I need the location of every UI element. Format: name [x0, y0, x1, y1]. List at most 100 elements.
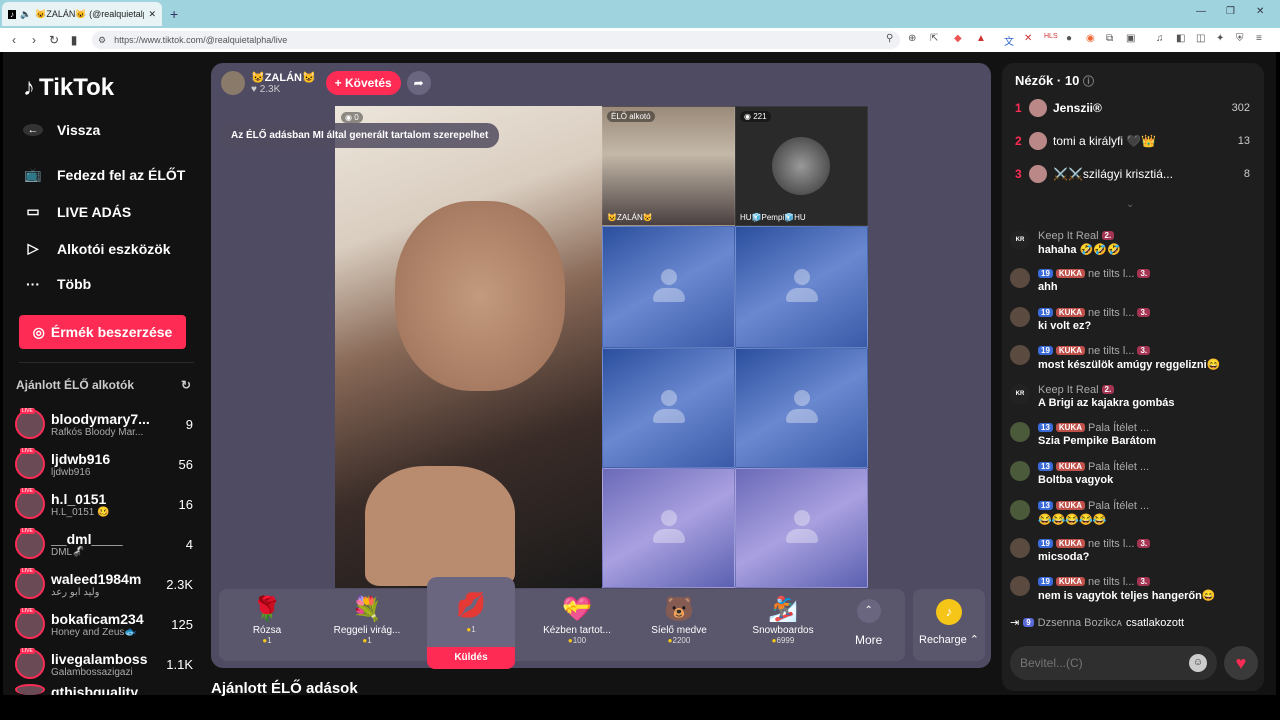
main-video[interactable]: ◉ 0	[335, 106, 602, 588]
gift-selected-lips[interactable]: 💋 ●1 Küldés	[427, 577, 515, 669]
bouquet-icon: 💐	[352, 596, 382, 623]
creator-item[interactable]: LIVE livegalamboss Galambossazigazi 1.1K	[15, 646, 193, 682]
creator-name: livegalamboss	[51, 650, 148, 667]
top-viewer[interactable]: 3 ⚔️⚔️szilágyi krisztiá... 8	[1015, 165, 1250, 183]
ai-icon[interactable]: ✦	[1216, 33, 1224, 44]
info-icon[interactable]: ⓘ	[1083, 76, 1094, 88]
join-user[interactable]: Dzsenna Bozikcᴀ	[1038, 617, 1122, 629]
extension-arrow-icon[interactable]: ✕	[1024, 33, 1032, 44]
empty-seat[interactable]	[602, 468, 735, 588]
url-field[interactable]: ⚙ https://www.tiktok.com/@realquietalpha…	[92, 31, 900, 49]
back-link[interactable]: ← Vissza	[23, 122, 100, 138]
level-badge: 13	[1038, 501, 1053, 510]
creator-item[interactable]: LIVE bloodymary7... Rafkós Bloody Mar... 9	[15, 406, 193, 442]
chat-message[interactable]: 13 KUKA Pala Ítélet ... Boltba vagyok	[1010, 459, 1256, 497]
site-settings-icon[interactable]: ⚙	[98, 35, 106, 46]
creator-item[interactable]: LIVE __dml____ DML🦨 4	[15, 526, 193, 562]
team-name: KUKA	[1058, 577, 1083, 586]
creator-item[interactable]: LIVE waleed1984m وليد ابو رعد 2.3K	[15, 566, 193, 602]
gift-snowboarder[interactable]: 🏂 Snowboardos ●6999	[735, 589, 831, 661]
host-avatar[interactable]	[221, 71, 245, 95]
avatar: LIVE	[15, 568, 45, 599]
follow-button[interactable]: + Követés	[325, 71, 401, 95]
chat-message[interactable]: 13 KUKA Pala Ítélet ... Szia Pempike Baráto…	[1010, 420, 1256, 458]
forward-icon[interactable]: ›	[24, 33, 44, 47]
chat-input[interactable]	[1020, 656, 1180, 670]
empty-seat[interactable]	[735, 226, 868, 348]
send-gift-button[interactable]: Küldés	[427, 647, 515, 669]
level-badge: 19	[1038, 539, 1053, 548]
maximize-icon[interactable]: ❐	[1226, 6, 1235, 17]
top-viewer[interactable]: 1 Jenszii® 302	[1015, 99, 1250, 117]
creator-item[interactable]: LIVE bokaficam234 Honey and Zeus🐟 125	[15, 606, 193, 642]
media-icon[interactable]: ♫	[1156, 33, 1164, 44]
viewers-header[interactable]: Nézők · 10 ⓘ	[1015, 73, 1094, 89]
menu-icon[interactable]: ≡	[1256, 33, 1262, 44]
gift-morning-flowers[interactable]: 💐 Reggeli virág... ●1	[319, 589, 415, 661]
nav-label: Több	[57, 276, 92, 292]
zoom-icon[interactable]: ⊕	[908, 33, 916, 44]
translate-icon[interactable]: ⚲	[886, 33, 893, 44]
extension-translate-icon[interactable]: 文	[1004, 33, 1014, 48]
empty-seat[interactable]	[602, 348, 735, 468]
share-icon[interactable]: ➦	[406, 71, 431, 95]
chat-message[interactable]: KR Keep It Real 2. hahaha 🤣🤣🤣	[1010, 228, 1256, 266]
fan-level: 3.	[1140, 346, 1148, 355]
gift-handheld[interactable]: 💝 Kézben tartot... ●100	[529, 589, 625, 661]
bookmark-icon[interactable]: ▮	[64, 33, 84, 47]
nav-label: Alkotói eszközök	[57, 240, 171, 257]
extension-box-icon[interactable]: ▣	[1126, 33, 1135, 44]
guest-video-pempi[interactable]: ◉ 221 HU🧊Pempi🧊HU	[735, 106, 868, 226]
more-gifts-button[interactable]: ⌃ More	[855, 599, 882, 647]
gift-rose[interactable]: 🌹 Rózsa ●1	[219, 589, 315, 661]
top-viewer[interactable]: 2 tomi a királyfi 🖤👑 13	[1015, 132, 1250, 150]
team-badge: KUKA	[1055, 308, 1086, 317]
empty-seat[interactable]	[735, 468, 868, 588]
chat-message[interactable]: KR Keep It Real 2. A Brigi az kajakra gombá…	[1010, 382, 1256, 420]
new-tab-button[interactable]: +	[170, 6, 178, 22]
extension-circle-icon[interactable]: ●	[1066, 33, 1072, 44]
like-heart-button[interactable]: ♥	[1224, 646, 1258, 680]
rewards-icon[interactable]: ▲	[976, 33, 986, 44]
expand-chevron-icon[interactable]: ⌄	[1126, 199, 1134, 210]
get-coins-button[interactable]: ◎ Érmék beszerzése	[19, 315, 186, 349]
guest-video-zalan[interactable]: ÉLŐ alkotó 😺ZALÁN😺	[602, 106, 735, 226]
chat-message[interactable]: 19 KUKA ne tilts l... 3. ahh	[1010, 266, 1256, 304]
nav-go-live[interactable]: ▭ LIVE ADÁS	[23, 203, 131, 220]
user-level: 13	[1041, 423, 1050, 432]
tiktok-logo[interactable]: ♪ TikTok	[23, 74, 114, 102]
extension-color-icon[interactable]: ◉	[1086, 33, 1095, 44]
reload-icon[interactable]: ↻	[44, 33, 64, 47]
chat-message[interactable]: 19 KUKA ne tilts l... 3. most készülök amúgy…	[1010, 343, 1256, 381]
hls-extension-icon[interactable]: HLS	[1044, 33, 1058, 40]
creator-item[interactable]: LIVE ljdwb916 ljdwb916 56	[15, 446, 193, 482]
host-name[interactable]: 😺ZALÁN😺	[251, 71, 316, 84]
minimize-icon[interactable]: —	[1196, 6, 1206, 17]
gift-ski-bear[interactable]: 🐻 Síelő medve ●2200	[631, 589, 727, 661]
chat-message[interactable]: 19 KUKA ne tilts l... 3. ki volt ez?	[1010, 305, 1256, 343]
chat-message[interactable]: 19 KUKA ne tilts l... 3. micsoda?	[1010, 536, 1256, 574]
sidebar-toggle-icon[interactable]: ◧	[1176, 33, 1185, 44]
nav-creator-tools[interactable]: ▷ Alkotói eszközök	[23, 240, 171, 257]
vpn-icon[interactable]: ⛨	[1236, 33, 1244, 44]
creator-item[interactable]: gthisbquality	[15, 684, 193, 695]
creator-item[interactable]: LIVE h.l_0151 H.L_0151 🥴 16	[15, 486, 193, 522]
audio-icon[interactable]: 🔈	[20, 9, 31, 20]
extension-puzzle-icon[interactable]: ⧉	[1106, 33, 1113, 44]
brave-shield-icon[interactable]: ◆	[954, 33, 962, 44]
emoji-icon[interactable]: ☺	[1189, 654, 1207, 672]
browser-tab[interactable]: ♪ 🔈 😺ZALÁN😺 (@realquietalpha) | TikTok ✕	[2, 2, 162, 26]
recharge-button[interactable]: ♪ Recharge ⌃	[913, 589, 985, 661]
back-icon[interactable]: ‹	[4, 33, 24, 47]
nav-more[interactable]: ··· Több	[23, 276, 91, 292]
close-tab-icon[interactable]: ✕	[148, 9, 156, 20]
chat-message[interactable]: 13 KUKA Pala Ítélet ... 😂😂😂😂😂	[1010, 498, 1256, 536]
wallet-icon[interactable]: ◫	[1196, 33, 1205, 44]
share-page-icon[interactable]: ⇱	[930, 33, 938, 44]
empty-seat[interactable]	[602, 226, 735, 348]
refresh-icon[interactable]: ↻	[181, 378, 191, 392]
chat-message[interactable]: 19 KUKA ne tilts l... 3. nem is vagytok telj…	[1010, 574, 1256, 612]
nav-explore-live[interactable]: 📺 Fedezd fel az ÉLŐT	[23, 166, 185, 183]
close-window-icon[interactable]: ✕	[1256, 6, 1264, 17]
empty-seat[interactable]	[735, 348, 868, 468]
